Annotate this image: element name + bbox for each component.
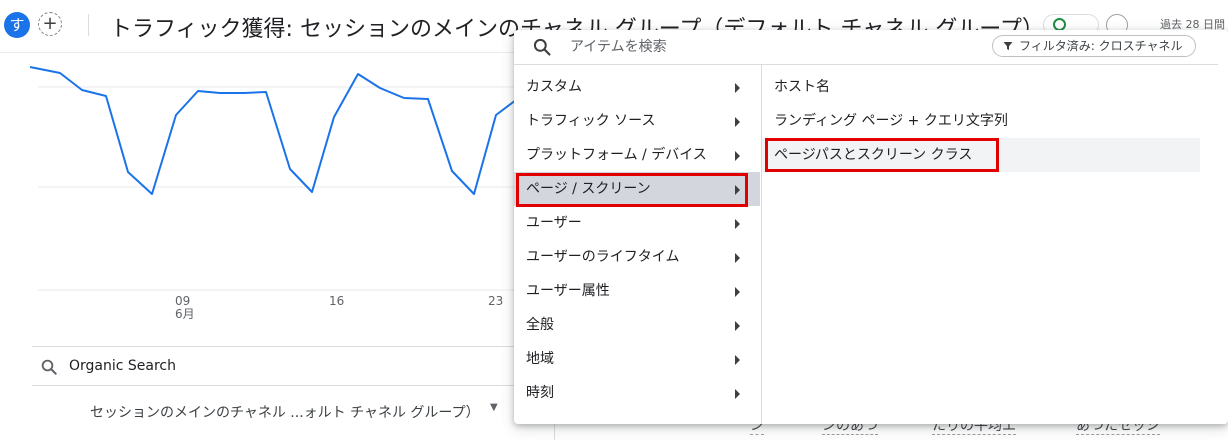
dimension-selector-label[interactable]: セッションのメインのチャネル ...ォルト チャネル グループ） bbox=[90, 402, 480, 422]
chevron-right-icon bbox=[735, 151, 740, 161]
filter-icon bbox=[1003, 42, 1013, 50]
dimension-item-page-path-screen-class[interactable]: ページパスとスクリーン クラス bbox=[762, 138, 1200, 172]
category-list: カスタム トラフィック ソース プラットフォーム / デバイス ページ / スク… bbox=[514, 70, 760, 410]
dimension-item-landing-page[interactable]: ランディング ページ + クエリ文字列 bbox=[762, 104, 1200, 138]
category-label: ユーザーのライフタイム bbox=[526, 249, 680, 265]
dimension-list: ホスト名 ランディング ページ + クエリ文字列 ページパスとスクリーン クラス bbox=[762, 70, 1200, 172]
category-label: トラフィック ソース bbox=[526, 113, 656, 129]
series-line bbox=[29, 66, 520, 195]
dimension-label: ホスト名 bbox=[774, 79, 830, 95]
x-tick-label: 23 bbox=[488, 294, 504, 308]
chevron-right-icon bbox=[735, 117, 740, 127]
category-label: プラットフォーム / デバイス bbox=[526, 147, 707, 163]
line-chart-svg bbox=[29, 66, 520, 291]
category-item-demographics[interactable]: ユーザー属性 bbox=[514, 274, 760, 308]
category-item-user[interactable]: ユーザー bbox=[514, 206, 760, 240]
filter-chip[interactable]: フィルタ済み: クロスチャネル bbox=[992, 35, 1196, 57]
x-tick-label: 09 6月 bbox=[175, 294, 195, 321]
category-item-custom[interactable]: カスタム bbox=[514, 70, 760, 104]
category-label: 全般 bbox=[526, 317, 554, 333]
category-label: カスタム bbox=[526, 79, 582, 95]
filter-chip-label: フィルタ済み: クロスチャネル bbox=[1019, 39, 1183, 53]
table-search-value[interactable]: Organic Search bbox=[69, 358, 176, 374]
chevron-right-icon bbox=[735, 389, 740, 399]
popup-scrollbar[interactable] bbox=[1218, 64, 1228, 424]
dimension-item-hostname[interactable]: ホスト名 bbox=[762, 70, 1200, 104]
header-divider bbox=[88, 14, 89, 36]
category-label: ページ / スクリーン bbox=[526, 181, 651, 197]
chevron-right-icon bbox=[735, 355, 740, 365]
chevron-right-icon bbox=[735, 253, 740, 263]
chevron-right-icon bbox=[735, 219, 740, 229]
category-item-traffic-source[interactable]: トラフィック ソース bbox=[514, 104, 760, 138]
category-label: 時刻 bbox=[526, 385, 554, 401]
dimension-label: ランディング ページ + クエリ文字列 bbox=[774, 113, 1008, 129]
line-chart: 09 6月 16 23 bbox=[0, 53, 520, 343]
search-icon bbox=[533, 38, 551, 56]
category-item-page-screen[interactable]: ページ / スクリーン bbox=[514, 172, 760, 207]
category-label: ユーザー bbox=[526, 215, 582, 231]
dimension-selector[interactable]: セッションのメインのチャネル ...ォルト チャネル グループ） ▼ bbox=[32, 384, 554, 440]
category-label: 地域 bbox=[526, 351, 554, 367]
category-item-user-lifetime[interactable]: ユーザーのライフタイム bbox=[514, 240, 760, 274]
x-tick-label: 16 bbox=[329, 294, 345, 308]
chevron-right-icon bbox=[735, 321, 740, 331]
dimension-label: ページパスとスクリーン クラス bbox=[774, 147, 973, 163]
add-comparison-button[interactable]: + bbox=[38, 12, 62, 36]
category-item-platform-device[interactable]: プラットフォーム / デバイス bbox=[514, 138, 760, 172]
chevron-right-icon bbox=[735, 185, 740, 195]
category-item-general[interactable]: 全般 bbox=[514, 308, 760, 342]
caret-down-icon[interactable]: ▼ bbox=[490, 402, 498, 413]
category-item-time[interactable]: 時刻 bbox=[514, 376, 760, 410]
item-search-input[interactable] bbox=[570, 36, 970, 58]
chevron-right-icon bbox=[735, 287, 740, 297]
popup-search-bar: フィルタ済み: クロスチャネル bbox=[514, 30, 1228, 65]
analytics-page: す + トラフィック獲得: セッションのメインのチャネル グループ（デフォルト … bbox=[0, 0, 1228, 440]
category-label: ユーザー属性 bbox=[526, 283, 610, 299]
dimension-picker-popup: フィルタ済み: クロスチャネル カスタム トラフィック ソース プラットフォーム… bbox=[514, 30, 1228, 424]
chevron-right-icon bbox=[735, 83, 740, 93]
search-icon bbox=[41, 359, 57, 375]
category-item-geo[interactable]: 地域 bbox=[514, 342, 760, 376]
table-search-bar[interactable]: Organic Search bbox=[32, 346, 522, 386]
avatar[interactable]: す bbox=[4, 12, 30, 38]
